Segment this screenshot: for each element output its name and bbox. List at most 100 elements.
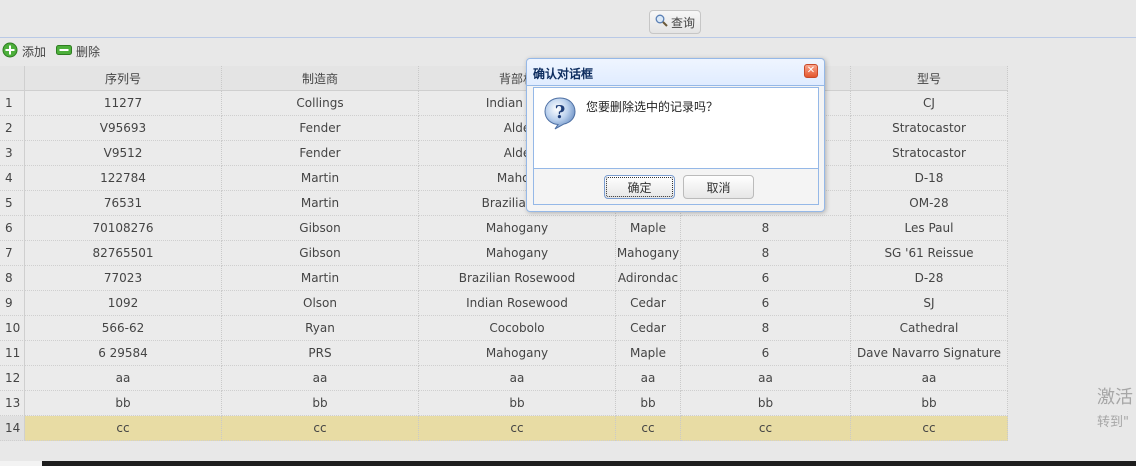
table-cell[interactable]: Mahogany bbox=[419, 216, 616, 241]
table-cell[interactable]: Cedar bbox=[616, 316, 681, 341]
row-number: 9 bbox=[0, 291, 25, 316]
table-cell[interactable]: 70108276 bbox=[25, 216, 222, 241]
table-cell[interactable]: Cedar bbox=[616, 291, 681, 316]
table-cell[interactable]: Collings bbox=[222, 91, 419, 116]
table-cell[interactable]: aa bbox=[222, 366, 419, 391]
table-row[interactable]: 7 82765501 Gibson Mahogany Mahogany 8 SG '61 R… bbox=[0, 241, 1008, 266]
table-cell[interactable]: 11277 bbox=[25, 91, 222, 116]
table-cell[interactable]: cc bbox=[681, 416, 851, 441]
table-cell[interactable]: aa bbox=[681, 366, 851, 391]
table-cell[interactable]: cc bbox=[25, 416, 222, 441]
table-cell[interactable]: Gibson bbox=[222, 216, 419, 241]
table-cell[interactable]: 77023 bbox=[25, 266, 222, 291]
table-row[interactable]: 14 cc cc cc cc cc cc bbox=[0, 416, 1008, 441]
table-cell[interactable]: aa bbox=[419, 366, 616, 391]
table-row[interactable]: 3 V9512 Fender Alde Stratocastor bbox=[0, 141, 1008, 166]
table-cell[interactable]: Adirondac bbox=[616, 266, 681, 291]
close-icon[interactable]: ✕ bbox=[804, 64, 818, 78]
table-cell[interactable]: 1092 bbox=[25, 291, 222, 316]
table-cell[interactable]: aa bbox=[616, 366, 681, 391]
table-row[interactable]: 6 70108276 Gibson Mahogany Maple 8 Les Paul bbox=[0, 216, 1008, 241]
table-cell[interactable]: CJ bbox=[851, 91, 1008, 116]
table-row[interactable]: 10 566-62 Ryan Cocobolo Cedar 8 Cathedral bbox=[0, 316, 1008, 341]
add-button[interactable]: 添加 bbox=[2, 42, 46, 60]
table-cell[interactable]: Dave Navarro Signature bbox=[851, 341, 1008, 366]
table-cell[interactable]: SG '61 Reissue bbox=[851, 241, 1008, 266]
row-number-header bbox=[0, 66, 25, 91]
search-bar: 查询 bbox=[0, 0, 1136, 38]
ok-button[interactable]: 确定 bbox=[604, 175, 675, 199]
table-row[interactable]: 13 bb bb bb bb bb bb bbox=[0, 391, 1008, 416]
column-header[interactable]: 制造商 bbox=[222, 66, 419, 91]
table-cell[interactable]: 6 bbox=[681, 266, 851, 291]
table-cell[interactable]: PRS bbox=[222, 341, 419, 366]
table-cell[interactable]: 76531 bbox=[25, 191, 222, 216]
table-cell[interactable]: SJ bbox=[851, 291, 1008, 316]
watermark-line: 激活 bbox=[1097, 387, 1133, 408]
table-cell[interactable]: bb bbox=[616, 391, 681, 416]
table-cell[interactable]: D-28 bbox=[851, 266, 1008, 291]
table-row[interactable]: 2 V95693 Fender Alde Stratocastor bbox=[0, 116, 1008, 141]
table-cell[interactable]: Martin bbox=[222, 266, 419, 291]
table-cell[interactable]: 8 bbox=[681, 216, 851, 241]
add-icon bbox=[2, 42, 18, 61]
table-cell[interactable]: Cathedral bbox=[851, 316, 1008, 341]
table-cell[interactable]: Les Paul bbox=[851, 216, 1008, 241]
column-header[interactable]: 型号 bbox=[851, 66, 1008, 91]
table-cell[interactable]: Martin bbox=[222, 166, 419, 191]
table-cell[interactable]: Mahogany bbox=[419, 241, 616, 266]
query-button[interactable]: 查询 bbox=[649, 10, 701, 34]
cancel-button[interactable]: 取消 bbox=[683, 175, 754, 199]
table-cell[interactable]: 6 29584 bbox=[25, 341, 222, 366]
table-cell[interactable]: Olson bbox=[222, 291, 419, 316]
table-cell[interactable]: bb bbox=[25, 391, 222, 416]
table-cell[interactable]: Fender bbox=[222, 116, 419, 141]
table-cell[interactable]: cc bbox=[419, 416, 616, 441]
table-cell[interactable]: Mahogany bbox=[419, 341, 616, 366]
table-cell[interactable]: Gibson bbox=[222, 241, 419, 266]
table-cell[interactable]: Cocobolo bbox=[419, 316, 616, 341]
svg-text:?: ? bbox=[555, 102, 566, 123]
table-cell[interactable]: 122784 bbox=[25, 166, 222, 191]
table-cell[interactable]: Brazilian Rosewood bbox=[419, 266, 616, 291]
table-cell[interactable]: cc bbox=[616, 416, 681, 441]
table-row[interactable]: 12 aa aa aa aa aa aa bbox=[0, 366, 1008, 391]
table-cell[interactable]: bb bbox=[419, 391, 616, 416]
table-cell[interactable]: 566-62 bbox=[25, 316, 222, 341]
table-cell[interactable]: cc bbox=[851, 416, 1008, 441]
table-cell[interactable]: 6 bbox=[681, 341, 851, 366]
table-cell[interactable]: Indian Rosewood bbox=[419, 291, 616, 316]
table-cell[interactable]: aa bbox=[25, 366, 222, 391]
table-row[interactable]: 1 11277 Collings Indian Ros CJ bbox=[0, 91, 1008, 116]
table-cell[interactable]: aa bbox=[851, 366, 1008, 391]
table-cell[interactable]: 8 bbox=[681, 316, 851, 341]
row-number: 7 bbox=[0, 241, 25, 266]
table-cell[interactable]: Stratocastor bbox=[851, 141, 1008, 166]
table-cell[interactable]: Fender bbox=[222, 141, 419, 166]
table-cell[interactable]: Maple bbox=[616, 216, 681, 241]
table-cell[interactable]: Ryan bbox=[222, 316, 419, 341]
table-cell[interactable]: Maple bbox=[616, 341, 681, 366]
table-cell[interactable]: bb bbox=[222, 391, 419, 416]
table-cell[interactable]: cc bbox=[222, 416, 419, 441]
table-row[interactable]: 8 77023 Martin Brazilian Rosewood Adirondac 6… bbox=[0, 266, 1008, 291]
table-cell[interactable]: Mahogany bbox=[616, 241, 681, 266]
column-header[interactable]: 序列号 bbox=[25, 66, 222, 91]
table-cell[interactable]: Stratocastor bbox=[851, 116, 1008, 141]
table-cell[interactable]: 82765501 bbox=[25, 241, 222, 266]
table-cell[interactable]: V9512 bbox=[25, 141, 222, 166]
delete-button[interactable]: 删除 bbox=[56, 42, 100, 60]
table-row[interactable]: 4 122784 Martin Mahog D-18 bbox=[0, 166, 1008, 191]
table-row[interactable]: 11 6 29584 PRS Mahogany Maple 6 Dave Navarro S… bbox=[0, 341, 1008, 366]
table-cell[interactable]: V95693 bbox=[25, 116, 222, 141]
table-cell[interactable]: Martin bbox=[222, 191, 419, 216]
table-cell[interactable]: OM-28 bbox=[851, 191, 1008, 216]
table-cell[interactable]: 8 bbox=[681, 241, 851, 266]
table-row[interactable]: 5 76531 Martin Brazilian Ro OM-28 bbox=[0, 191, 1008, 216]
table-cell[interactable]: 6 bbox=[681, 291, 851, 316]
table-cell[interactable]: D-18 bbox=[851, 166, 1008, 191]
table-row[interactable]: 9 1092 Olson Indian Rosewood Cedar 6 SJ bbox=[0, 291, 1008, 316]
row-number: 10 bbox=[0, 316, 25, 341]
table-cell[interactable]: bb bbox=[681, 391, 851, 416]
table-cell[interactable]: bb bbox=[851, 391, 1008, 416]
